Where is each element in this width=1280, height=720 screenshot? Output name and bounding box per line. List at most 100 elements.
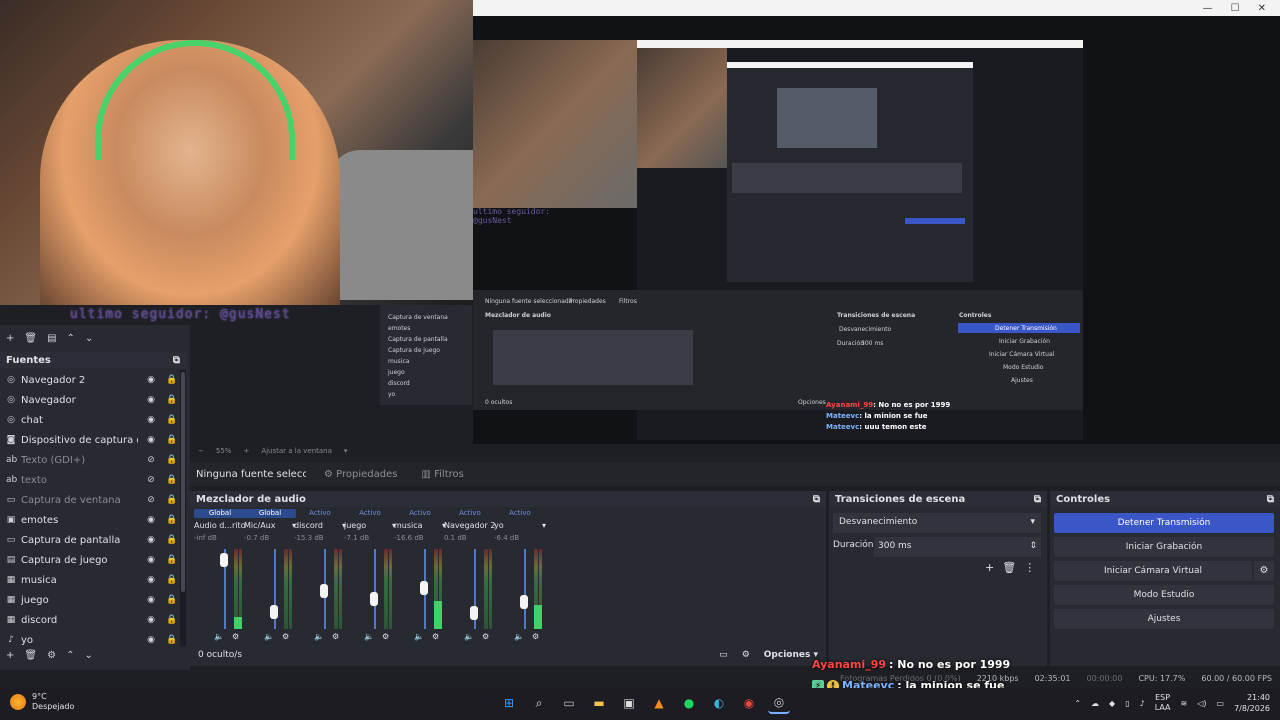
close-button[interactable]: ✕ bbox=[1258, 3, 1266, 14]
stop-stream-button[interactable]: Detener Transmisión bbox=[1054, 513, 1274, 533]
source-item[interactable]: ◎ Navegador ◉ 🔒 bbox=[0, 390, 180, 410]
eye-icon[interactable]: ◉ bbox=[143, 535, 159, 545]
chevron-down-icon[interactable]: ▾ bbox=[344, 447, 348, 455]
volume-fader-handle[interactable] bbox=[270, 605, 278, 619]
undock-icon[interactable]: ⧉ bbox=[173, 355, 180, 366]
volume-fader-handle[interactable] bbox=[520, 594, 528, 609]
channel-settings-icon[interactable]: ⚙ bbox=[232, 632, 239, 641]
properties-button[interactable]: ⚙ Propiedades bbox=[318, 467, 403, 482]
channel-settings-icon[interactable]: ⚙ bbox=[332, 632, 339, 641]
battery-icon[interactable]: ▯ bbox=[1125, 699, 1129, 708]
source-item[interactable]: ◎ Navegador 2 ◉ 🔒 bbox=[0, 370, 180, 390]
remove-transition-icon[interactable]: 🗑 bbox=[1002, 561, 1016, 574]
tray-chevron-icon[interactable]: ⌃ bbox=[1074, 699, 1081, 708]
start-recording-button[interactable]: Iniciar Grabación bbox=[1054, 537, 1274, 557]
lock-icon[interactable]: 🔒 bbox=[164, 575, 180, 585]
mic-icon[interactable]: ♪ bbox=[1140, 699, 1145, 708]
fit-to-window[interactable]: Ajustar a la ventana bbox=[261, 447, 332, 455]
channel-settings-icon[interactable]: ⚙ bbox=[432, 632, 439, 641]
eye-hidden-icon[interactable]: ⊘ bbox=[143, 475, 159, 485]
speaker-icon[interactable]: 🔈 bbox=[414, 632, 424, 641]
chrome-icon[interactable]: ◉ bbox=[738, 692, 760, 714]
volume-fader-handle[interactable] bbox=[370, 592, 378, 607]
lock-icon[interactable]: 🔒 bbox=[164, 535, 180, 545]
source-item[interactable]: ab texto ⊘ 🔒 bbox=[0, 470, 180, 490]
virtual-camera-button[interactable]: Iniciar Cámara Virtual bbox=[1054, 561, 1252, 581]
eye-icon[interactable]: ◉ bbox=[143, 595, 159, 605]
layout-icon[interactable]: ▭ bbox=[719, 650, 728, 660]
eye-icon[interactable]: ◉ bbox=[143, 395, 159, 405]
source-item[interactable]: ▦ juego ◉ 🔒 bbox=[0, 590, 180, 610]
lock-icon[interactable]: 🔒 bbox=[164, 475, 180, 485]
transition-select[interactable]: Desvanecimiento ▾ bbox=[833, 513, 1041, 533]
move-down-icon[interactable]: ⌄ bbox=[84, 650, 92, 661]
volume-fader-handle[interactable] bbox=[320, 584, 328, 598]
windows-start-icon[interactable]: ⊞ bbox=[498, 692, 520, 714]
duration-spinbox[interactable]: 300 ms ⇕ bbox=[874, 537, 1041, 557]
speaker-icon[interactable]: 🔈 bbox=[264, 632, 274, 641]
lock-icon[interactable]: 🔒 bbox=[164, 415, 180, 425]
add-source-icon[interactable]: + bbox=[6, 650, 14, 661]
lock-icon[interactable]: 🔒 bbox=[164, 635, 180, 645]
volume-icon[interactable]: ◁) bbox=[1197, 699, 1206, 708]
edge-icon[interactable]: ◐ bbox=[708, 692, 730, 714]
speaker-icon[interactable]: 🔈 bbox=[514, 632, 524, 641]
eye-icon[interactable]: ◉ bbox=[143, 415, 159, 425]
virtual-camera-settings-icon[interactable]: ⚙ bbox=[1254, 561, 1274, 581]
undock-icon[interactable]: ⧉ bbox=[813, 494, 820, 505]
source-item[interactable]: ▭ Captura de pantalla ◉ 🔒 bbox=[0, 530, 180, 550]
file-explorer-icon[interactable]: ▬ bbox=[588, 692, 610, 714]
source-item[interactable]: ab Texto (GDI+) ⊘ 🔒 bbox=[0, 450, 180, 470]
lock-icon[interactable]: 🔒 bbox=[164, 395, 180, 405]
studio-mode-button[interactable]: Modo Estudio bbox=[1054, 585, 1274, 605]
eye-hidden-icon[interactable]: ⊘ bbox=[143, 455, 159, 465]
vlc-icon[interactable]: ▲ bbox=[648, 692, 670, 714]
channel-settings-icon[interactable]: ⚙ bbox=[382, 632, 389, 641]
source-item[interactable]: ◎ chat ◉ 🔒 bbox=[0, 410, 180, 430]
source-item[interactable]: ♪ yo ◉ 🔒 bbox=[0, 630, 180, 646]
clock[interactable]: 21:40 7/8/2026 bbox=[1234, 692, 1270, 714]
move-down-icon[interactable]: ⌄ bbox=[85, 333, 93, 344]
settings-button[interactable]: Ajustes bbox=[1054, 609, 1274, 629]
spotify-icon[interactable]: ● bbox=[678, 692, 700, 714]
store-icon[interactable]: ▣ bbox=[618, 692, 640, 714]
speaker-icon[interactable]: 🔈 bbox=[364, 632, 374, 641]
lock-icon[interactable]: 🔒 bbox=[164, 515, 180, 525]
remove-source-icon[interactable]: 🗑 bbox=[24, 650, 37, 661]
wifi-icon[interactable]: ≋ bbox=[1181, 699, 1188, 708]
add-transition-icon[interactable]: + bbox=[985, 561, 994, 574]
eye-hidden-icon[interactable]: ⊘ bbox=[143, 495, 159, 505]
source-settings-icon[interactable]: ⚙ bbox=[47, 650, 56, 661]
more-options-icon[interactable]: ⋮ bbox=[1024, 561, 1035, 574]
chevron-down-icon[interactable]: ▾ bbox=[542, 521, 546, 530]
source-item[interactable]: ▤ Captura de juego ◉ 🔒 bbox=[0, 550, 180, 570]
source-item[interactable]: ▦ discord ◉ 🔒 bbox=[0, 610, 180, 630]
spin-arrows-icon[interactable]: ⇕ bbox=[1029, 541, 1037, 553]
lock-icon[interactable]: 🔒 bbox=[164, 435, 180, 445]
channel-settings-icon[interactable]: ⚙ bbox=[482, 632, 489, 641]
move-up-icon[interactable]: ⌃ bbox=[67, 333, 75, 344]
move-up-icon[interactable]: ⌃ bbox=[66, 650, 74, 661]
volume-fader-handle[interactable] bbox=[470, 606, 478, 621]
eye-icon[interactable]: ◉ bbox=[143, 635, 159, 645]
source-item[interactable]: ◙ Dispositivo de captura de video ◉ 🔒 bbox=[0, 430, 180, 450]
volume-fader-track[interactable] bbox=[524, 549, 526, 629]
minimize-button[interactable]: — bbox=[1203, 3, 1213, 14]
source-item[interactable]: ▣ emotes ◉ 🔒 bbox=[0, 510, 180, 530]
maximize-button[interactable]: ☐ bbox=[1231, 3, 1240, 14]
cloud-icon[interactable]: ☁ bbox=[1091, 699, 1099, 708]
eye-icon[interactable]: ◉ bbox=[143, 515, 159, 525]
eye-icon[interactable]: ◉ bbox=[143, 375, 159, 385]
app-tray-icon[interactable]: ◆ bbox=[1109, 699, 1115, 708]
lock-icon[interactable]: 🔒 bbox=[164, 555, 180, 565]
volume-fader-track[interactable] bbox=[374, 549, 376, 629]
obs-icon[interactable]: ◎ bbox=[768, 692, 790, 714]
volume-fader-handle[interactable] bbox=[220, 552, 228, 567]
undock-icon[interactable]: ⧉ bbox=[1267, 494, 1274, 505]
speaker-icon[interactable]: 🔈 bbox=[214, 632, 224, 641]
speaker-icon[interactable]: 🔈 bbox=[314, 632, 324, 641]
eye-icon[interactable]: ◉ bbox=[143, 615, 159, 625]
eye-icon[interactable]: ◉ bbox=[143, 575, 159, 585]
mixer-settings-icon[interactable]: ⚙ bbox=[742, 650, 750, 660]
sources-scrollbar[interactable] bbox=[180, 370, 186, 646]
